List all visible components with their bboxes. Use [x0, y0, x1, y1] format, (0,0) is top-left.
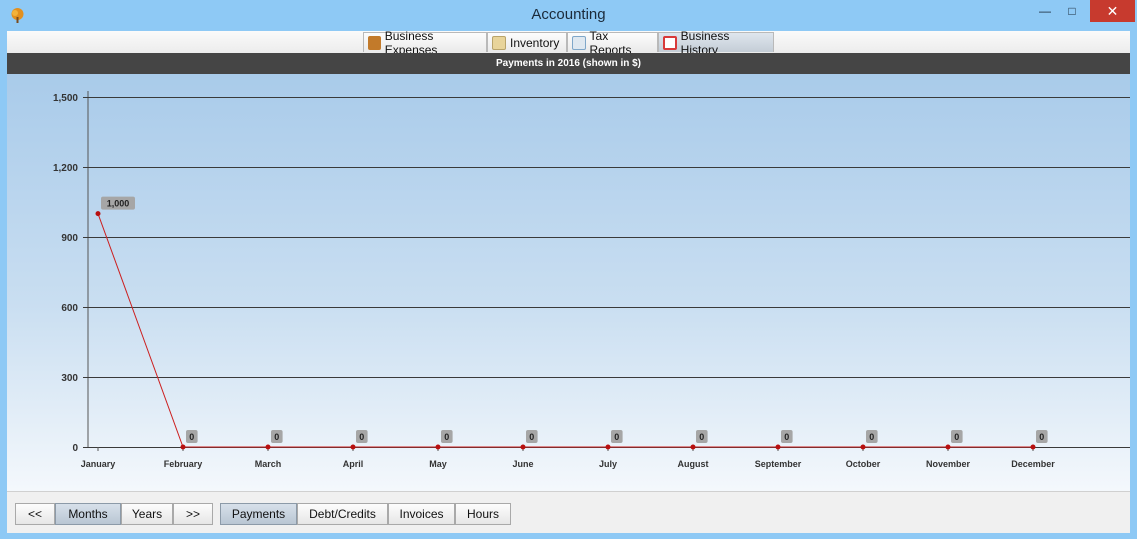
- x-tick-label: November: [926, 459, 971, 469]
- data-label: 0: [529, 432, 534, 442]
- x-tick-label: August: [678, 459, 709, 469]
- data-point: [180, 444, 186, 450]
- data-point: [350, 444, 356, 450]
- data-point: [775, 444, 781, 450]
- line-chart: 0 300 600 900 1,200 1,500 January February March…: [53, 91, 1130, 469]
- years-button[interactable]: Years: [121, 503, 173, 525]
- tab-label: Inventory: [510, 35, 560, 50]
- data-point: [860, 444, 866, 450]
- series-line: [97, 213, 1033, 448]
- x-tick-label: January: [81, 459, 116, 469]
- tab-bar: Business Expenses Inventory Tax Reports …: [7, 29, 1130, 57]
- data-label: 0: [614, 432, 619, 442]
- data-point: [520, 444, 526, 450]
- data-label: 0: [274, 432, 279, 442]
- tab-inventory[interactable]: Inventory: [487, 32, 567, 52]
- data-label: 0: [699, 432, 704, 442]
- calendar-icon: [663, 35, 677, 50]
- x-tick-label: December: [1011, 459, 1055, 469]
- payments-chart: 0 300 600 900 1,200 1,500 January February March…: [7, 74, 1130, 491]
- y-tick-label: 1,200: [53, 163, 78, 174]
- maximize-icon: □: [1068, 4, 1076, 18]
- tab-tax-reports[interactable]: Tax Reports: [567, 29, 658, 57]
- chart-title: Payments in 2016 (shown in $): [7, 53, 1130, 74]
- tax-report-icon: [572, 35, 586, 50]
- debt-credits-button[interactable]: Debt/Credits: [297, 503, 388, 525]
- title-bar[interactable]: Accounting — □ ✕: [0, 0, 1137, 31]
- data-point: [1030, 444, 1036, 450]
- data-point: [945, 444, 951, 450]
- data-label: 0: [359, 432, 364, 442]
- tab-business-history[interactable]: Business History: [658, 29, 774, 57]
- months-button[interactable]: Months: [55, 503, 121, 525]
- previous-period-button[interactable]: <<: [15, 503, 55, 525]
- bottom-toolbar: << Months Years >> Payments Debt/Credits…: [7, 491, 1130, 533]
- x-tick-label: April: [343, 459, 364, 469]
- data-label: 0: [784, 432, 789, 442]
- close-icon: ✕: [1106, 2, 1119, 19]
- data-point: [265, 444, 271, 450]
- main-panel: Business Expenses Inventory Tax Reports …: [7, 29, 1130, 533]
- data-label: 0: [954, 432, 959, 442]
- y-tick-label: 300: [61, 373, 78, 384]
- data-label: 0: [189, 432, 194, 442]
- y-tick-label: 0: [72, 443, 78, 454]
- data-point: [435, 444, 441, 450]
- data-label: 0: [869, 432, 874, 442]
- x-tick-label: October: [846, 459, 881, 469]
- data-label: 0: [444, 432, 449, 442]
- y-tick-label: 600: [61, 303, 78, 314]
- y-tick-label: 1,500: [53, 93, 78, 104]
- x-tick-label: February: [164, 459, 203, 469]
- window-title: Accounting: [531, 6, 606, 23]
- payments-button[interactable]: Payments: [220, 503, 297, 525]
- x-tick-label: July: [599, 459, 617, 469]
- close-button[interactable]: ✕: [1090, 0, 1135, 22]
- data-label: 0: [1039, 432, 1044, 442]
- money-bag-icon: [368, 35, 381, 50]
- x-tick-label: June: [512, 459, 533, 469]
- minimize-button[interactable]: —: [1030, 0, 1060, 22]
- data-label: 1,000: [107, 199, 130, 209]
- data-point: [690, 444, 696, 450]
- clipboard-icon: [492, 35, 506, 50]
- invoices-button[interactable]: Invoices: [388, 503, 455, 525]
- hours-button[interactable]: Hours: [455, 503, 511, 525]
- x-tick-label: May: [429, 459, 447, 469]
- tab-business-expenses[interactable]: Business Expenses: [363, 29, 487, 57]
- app-window: Accounting — □ ✕ Business Expenses Inven…: [0, 0, 1137, 539]
- data-point: [605, 444, 611, 450]
- next-period-button[interactable]: >>: [173, 503, 213, 525]
- maximize-button[interactable]: □: [1057, 0, 1087, 22]
- x-tick-label: March: [255, 459, 282, 469]
- y-tick-label: 900: [61, 233, 78, 244]
- minimize-icon: —: [1039, 4, 1051, 18]
- data-point: [95, 211, 101, 217]
- x-tick-label: September: [755, 459, 802, 469]
